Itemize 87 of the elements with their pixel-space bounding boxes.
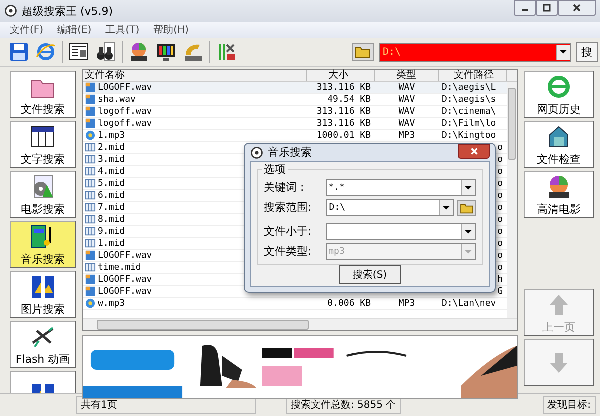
file-path: D:\Lan\nev bbox=[442, 298, 496, 308]
file-name: LOGOFF.wav bbox=[98, 286, 152, 296]
file-type: WAV bbox=[398, 106, 416, 116]
file-row[interactable]: 1.mp3 1000.01 KB MP3 D:\Kingtoo bbox=[83, 130, 507, 142]
combo-field[interactable]: D:\ bbox=[326, 199, 454, 216]
file-name: 6.mid bbox=[98, 190, 126, 200]
dialog-title: 音乐搜索 bbox=[268, 145, 312, 160]
file-name: 2.mid bbox=[98, 142, 126, 152]
menu-item[interactable]: 帮助(H) bbox=[154, 23, 189, 37]
file-path: o bbox=[498, 178, 503, 188]
field-label: 搜索范围: bbox=[264, 200, 313, 215]
file-name: LOGOFF.wav bbox=[98, 82, 152, 92]
file-size: 313.116 KB bbox=[316, 82, 371, 92]
file-path: h bbox=[498, 274, 503, 284]
file-path: o bbox=[498, 250, 503, 260]
column-header[interactable]: 文件名称 bbox=[83, 70, 307, 81]
menu-item[interactable]: 文件(F) bbox=[10, 23, 44, 37]
file-row[interactable]: LOGOFF.wav 313.116 KB WAV D:\aegis\L bbox=[83, 82, 507, 94]
file-row[interactable]: w.mp3 0.006 KB MP3 D:\Lan\nev bbox=[83, 298, 507, 310]
file-path: o bbox=[498, 262, 503, 272]
file-type: WAV bbox=[398, 118, 416, 128]
group-label: 选项 bbox=[262, 162, 288, 177]
file-path: D:\cinema\ bbox=[442, 106, 496, 116]
nav-button[interactable]: 文件搜索 bbox=[10, 71, 76, 118]
file-path: o bbox=[498, 142, 503, 152]
field-label: 文件小于: bbox=[264, 224, 313, 239]
file-name: 9.mid bbox=[98, 226, 126, 236]
nav-button[interactable]: 文件检查 bbox=[524, 121, 594, 168]
menu-item[interactable]: 编辑(E) bbox=[58, 23, 92, 37]
file-row[interactable]: sha.wav 49.54 KB WAV D:\aegis\s bbox=[83, 94, 507, 106]
file-path: o bbox=[498, 166, 503, 176]
file-size: 0.006 KB bbox=[328, 298, 371, 308]
file-path: D:\aegis\L bbox=[442, 82, 496, 92]
file-name: 4.mid bbox=[98, 166, 126, 176]
file-size: 1000.01 KB bbox=[316, 130, 371, 140]
file-path: o bbox=[498, 154, 503, 164]
nav-button[interactable]: 图片搜索 bbox=[10, 271, 76, 318]
file-name: 8.mid bbox=[98, 214, 126, 224]
file-name: logoff.wav bbox=[98, 118, 152, 128]
nav-button[interactable]: 网页历史 bbox=[524, 71, 594, 118]
file-name: logoff.wav bbox=[98, 106, 152, 116]
status-text: 共有1页 bbox=[76, 396, 256, 414]
window-title: 超级搜索王 (v5.9) bbox=[22, 4, 114, 18]
file-size: 49.54 KB bbox=[328, 94, 371, 104]
file-size: 313.116 KB bbox=[316, 118, 371, 128]
file-path: o bbox=[498, 190, 503, 200]
file-name: 3.mid bbox=[98, 154, 126, 164]
file-name: LOGOFF.wav bbox=[98, 250, 152, 260]
file-name: 7.mid bbox=[98, 202, 126, 212]
file-path: G bbox=[498, 286, 503, 296]
file-path: o bbox=[498, 202, 503, 212]
field-label: 文件类型: bbox=[264, 244, 313, 259]
file-type: MP3 bbox=[398, 298, 416, 308]
file-name: time.mid bbox=[98, 262, 142, 272]
nav-button[interactable]: Flash 动画 bbox=[10, 321, 76, 368]
column-header[interactable]: 类型 bbox=[375, 70, 439, 81]
nav-button[interactable]: 高清电影 bbox=[524, 171, 594, 218]
file-name: sha.wav bbox=[98, 94, 136, 104]
file-name: LOGOFF.wav bbox=[98, 274, 152, 284]
file-path: D:\aegis\s bbox=[442, 94, 496, 104]
file-path: D:\Film\lo bbox=[442, 118, 496, 128]
search-button[interactable]: 搜索(S) bbox=[339, 265, 401, 284]
file-path: D:\Kingtoo bbox=[442, 130, 496, 140]
column-header[interactable]: 大小 bbox=[307, 70, 375, 81]
file-type: MP3 bbox=[398, 130, 416, 140]
combo-field[interactable]: *.* bbox=[326, 179, 476, 196]
file-type: WAV bbox=[398, 94, 416, 104]
file-name: 5.mid bbox=[98, 178, 126, 188]
file-size: 313.116 KB bbox=[316, 106, 371, 116]
column-header[interactable]: 文件路径 bbox=[439, 70, 507, 81]
status-text: 发现目标: bbox=[542, 396, 596, 414]
file-name: 1.mid bbox=[98, 238, 126, 248]
status-text: 搜索文件总数: 5855 个 bbox=[286, 396, 402, 414]
nav-button[interactable]: 音乐搜索 bbox=[10, 221, 76, 268]
field-label: 关键词 : bbox=[264, 180, 306, 195]
file-name: 1.mp3 bbox=[98, 130, 126, 140]
menu-item[interactable]: 工具(T) bbox=[106, 23, 140, 37]
file-name: w.mp3 bbox=[98, 298, 126, 308]
nav-button[interactable]: 电影搜索 bbox=[10, 171, 76, 218]
file-path: o bbox=[498, 214, 503, 224]
file-row[interactable]: logoff.wav 313.116 KB WAV D:\Film\lo bbox=[83, 118, 507, 130]
file-type: WAV bbox=[398, 82, 416, 92]
nav-button[interactable]: 文字搜索 bbox=[10, 121, 76, 168]
search-button[interactable]: 搜 bbox=[576, 42, 598, 62]
file-row[interactable]: logoff.wav 313.116 KB WAV D:\cinema\ bbox=[83, 106, 507, 118]
file-path: o bbox=[498, 238, 503, 248]
file-path: o bbox=[498, 226, 503, 236]
